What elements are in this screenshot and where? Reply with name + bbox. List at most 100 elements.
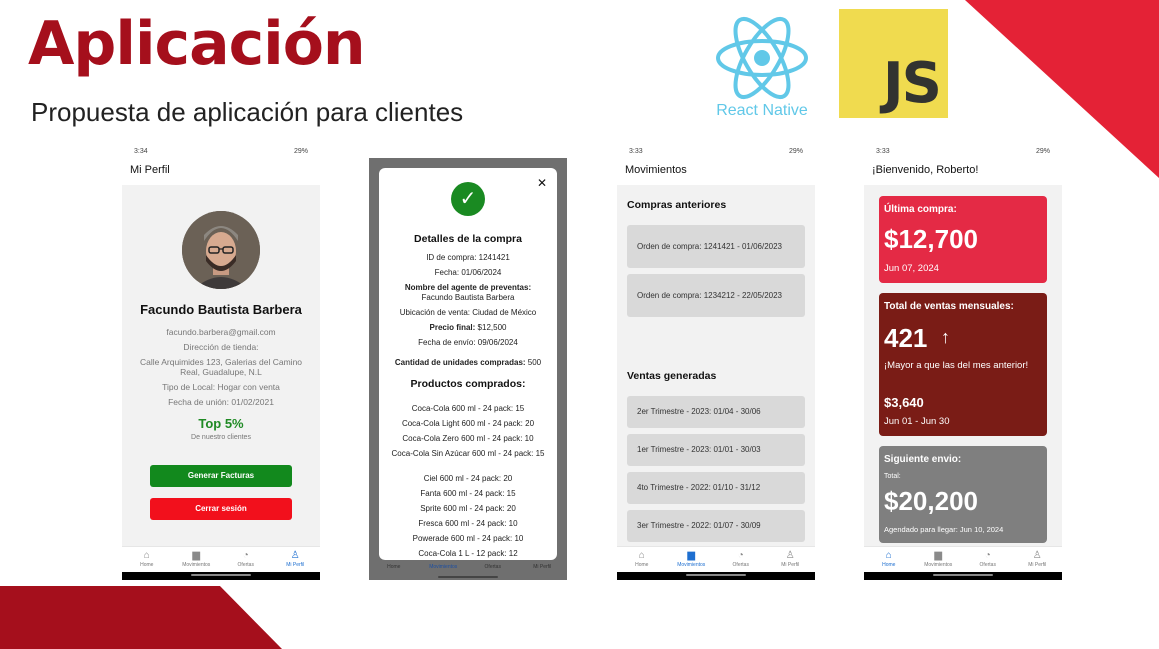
close-icon[interactable]: ✕ [537,176,547,190]
tab-movimientos[interactable]: ▆ Movimientos [172,547,222,572]
page-title: ¡Bienvenido, Roberto! [872,164,979,176]
tab-ofertas[interactable]: ◔ Ofertas [963,547,1013,572]
purchase-order-item[interactable]: Orden de compra: 1234212 - 22/05/2023 [627,274,805,317]
tab-mi-perfil[interactable]: ♙ Mi Perfil [271,547,321,572]
status-bar: 3:33 29% [864,146,1062,158]
store-type: Tipo de Local: Hogar con venta [162,382,280,392]
tab-ofertas[interactable]: Ofertas [468,564,518,574]
movements-content: Compras anteriores Orden de compra: 1241… [617,185,815,546]
final-price: Precio final: $12,500 [383,323,553,333]
tab-movimientos[interactable]: ▆ Movimientos [667,547,717,572]
tab-home[interactable]: ⌂ Home [617,547,667,572]
generate-invoices-button[interactable]: Generar Facturas [150,465,292,487]
last-purchase-date: Jun 07, 2024 [884,263,939,274]
product-item: Coca-Cola Light 600 ml - 24 pack: 20 [401,419,535,428]
agent-name: Facundo Bautista Barbera [421,293,515,302]
last-purchase-label: Última compra: [884,204,957,215]
store-address: Calle Arquimides 123, Galerias del Camin… [139,357,303,377]
system-nav-bar [617,572,815,580]
home-icon: ⌂ [885,550,892,561]
profile-email: facundo.barbera@gmail.com [166,327,276,337]
tab-bar: ⌂ Home ▆ Movimientos ◔ Ofertas ♙ Mi Perfil [617,546,815,572]
sales-period-item[interactable]: 4to Trimestre - 2022: 01/10 - 31/12 [627,472,805,504]
tab-ofertas[interactable]: ◔ Ofertas [716,547,766,572]
last-purchase-card[interactable]: Última compra: $12,700 Jun 07, 2024 [879,196,1047,283]
monthly-sales-card[interactable]: Total de ventas mensuales: 421 ↑ ¡Mayor … [879,293,1047,436]
tab-label: Ofertas [732,562,749,568]
home-icon: ⌂ [638,550,645,561]
sales-period-item[interactable]: 2er Trimestre - 2023: 01/04 - 30/06 [627,396,805,428]
tab-label: Movimientos [677,562,706,568]
person-icon: ♙ [1032,550,1042,561]
system-nav-bar [369,574,567,580]
product-item: Powerade 600 ml - 24 pack: 10 [412,534,524,543]
sale-location: Ubicación de venta: Ciudad de México [399,308,537,317]
tab-home[interactable]: ⌂ Home [122,547,172,572]
arrow-up-icon: ↑ [941,327,950,347]
system-nav-bar [864,572,1062,580]
sales-period-item[interactable]: 3er Trimestre - 2022: 01/07 - 30/09 [627,510,805,542]
next-shipment-card[interactable]: Siguiente envio: Total: $20,200 Agendado… [879,446,1047,543]
status-time: 3:33 [876,148,890,155]
home-gesture-pill[interactable] [686,574,746,576]
wallet-icon: ▆ [192,550,201,561]
profile-name: Facundo Bautista Barbera [140,302,302,317]
previous-purchases-heading: Compras anteriores [627,199,727,211]
tab-label: Mi Perfil [781,562,800,568]
join-date: Fecha de unión: 01/02/2021 [168,397,274,407]
home-gesture-pill[interactable] [191,574,251,576]
product-item: Coca-Cola 600 ml - 24 pack: 15 [411,404,525,413]
home-gesture-pill[interactable] [933,574,993,576]
tab-home[interactable]: ⌂ Home [864,547,914,572]
person-icon: ♙ [785,550,795,561]
status-time: 3:34 [134,148,148,155]
tab-ofertas[interactable]: ◔ Ofertas [221,547,271,572]
bell-icon: ◔ [984,550,991,561]
tab-mi-perfil[interactable]: ♙ Mi Perfil [1013,547,1063,572]
javascript-logo-text: JS [882,51,942,116]
phone-purchase-details-screen: ✕ ✓ Detalles de la compra ID de compra: … [369,158,567,580]
tab-label: Mi Perfil [1028,562,1047,568]
purchase-details-modal: ✕ ✓ Detalles de la compra ID de compra: … [379,168,557,560]
monthly-sales-range: Jun 01 - Jun 30 [884,416,950,427]
generated-sales-heading: Ventas generadas [627,370,717,382]
tab-movimientos[interactable]: ▆ Movimientos [914,547,964,572]
status-battery: 29% [293,148,308,155]
logout-button[interactable]: Cerrar sesión [150,498,292,520]
next-shipment-total-label: Total: [884,473,901,480]
tab-label: Home [635,562,649,568]
slide-subtitle: Propuesta de aplicación para clientes [31,97,464,127]
tab-label: Mi Perfil [286,562,305,568]
product-item: Coca-Cola Sin Azúcar 600 ml - 24 pack: 1… [391,449,545,458]
tab-label: Ofertas [979,562,996,568]
page-title: Movimientos [625,164,687,176]
order-date: Fecha: 01/06/2024 [434,268,502,277]
ship-date: Fecha de envío: 09/06/2024 [418,338,518,347]
final-price-label: Precio final: [429,323,476,332]
corner-decoration-bottom-left [0,586,282,649]
sales-period-item[interactable]: 1er Trimestre - 2023: 01/01 - 30/03 [627,434,805,466]
system-nav-bar [122,572,320,580]
home-gesture-pill[interactable] [438,576,498,578]
slide-title: Aplicación [28,9,366,79]
tab-label: Ofertas [237,562,254,568]
phone-profile-screen: 3:34 29% Mi Perfil Facundo Bautista Barb… [122,146,320,580]
tab-bar-dimmed: Home Movimientos Ofertas Mi Perfil [369,564,567,574]
phone-home-screen: 3:33 29% ¡Bienvenido, Roberto! Última co… [864,146,1062,580]
status-bar: 3:34 29% [122,146,320,158]
tab-movimientos[interactable]: Movimientos [419,564,469,574]
tab-mi-perfil[interactable]: ♙ Mi Perfil [766,547,816,572]
status-time: 3:33 [629,148,643,155]
bell-icon: ◔ [737,550,744,561]
purchase-order-item[interactable]: Orden de compra: 1241421 - 01/06/2023 [627,225,805,268]
rank-badge: Top 5% [198,416,244,431]
modal-title: Detalles de la compra [414,233,522,245]
tab-home[interactable]: Home [369,564,419,574]
rank-subtitle: De nuestro clientes [191,434,251,441]
react-native-label: React Native [716,102,808,119]
status-battery: 29% [1035,148,1050,155]
tab-bar: ⌂ Home ▆ Movimientos ◔ Ofertas ♙ Mi Perfil [122,546,320,572]
tab-label: Movimientos [924,562,953,568]
tab-mi-perfil[interactable]: Mi Perfil [518,564,568,574]
phone-movements-screen: 3:33 29% Movimientos Compras anteriores … [617,146,815,580]
